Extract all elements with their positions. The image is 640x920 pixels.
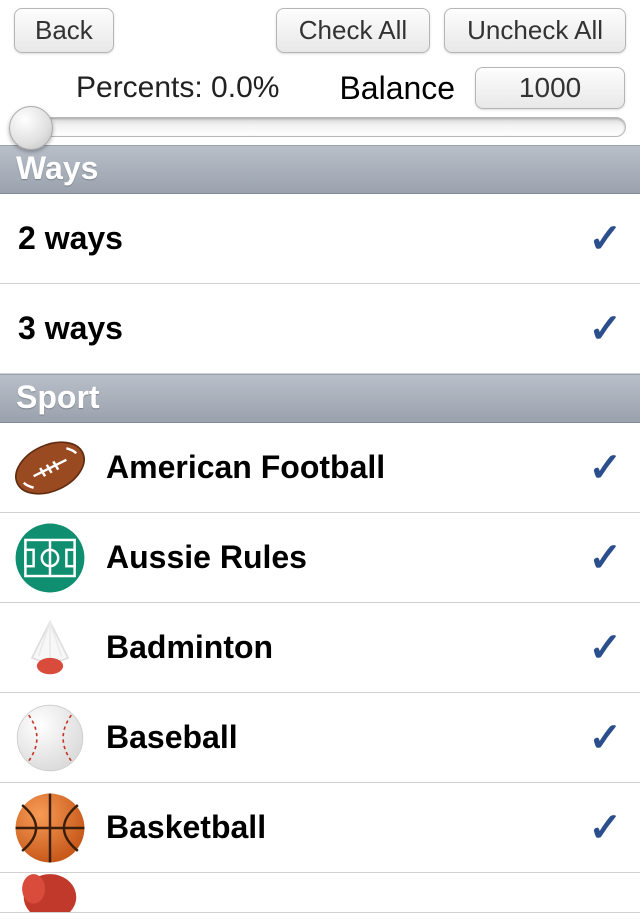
boxing-icon xyxy=(6,873,94,913)
list-item[interactable]: American Football ✓ xyxy=(0,423,640,513)
american-football-icon xyxy=(6,424,94,512)
aussie-rules-icon xyxy=(6,514,94,602)
list-item[interactable]: Badminton ✓ xyxy=(0,603,640,693)
badminton-icon xyxy=(6,604,94,692)
list-item[interactable] xyxy=(0,873,640,913)
controls-row: Percents: 0.0% Balance xyxy=(0,57,640,115)
sport-item-label: Aussie Rules xyxy=(106,539,588,576)
sport-item-label: Basketball xyxy=(106,809,588,846)
slider-container xyxy=(0,115,640,145)
percents-label: Percents: 0.0% xyxy=(76,71,279,105)
toolbar: Back Check All Uncheck All xyxy=(0,0,640,57)
balance-input[interactable] xyxy=(475,67,625,109)
list-item[interactable]: Baseball ✓ xyxy=(0,693,640,783)
back-button[interactable]: Back xyxy=(14,8,114,53)
list-item[interactable]: Basketball ✓ xyxy=(0,783,640,873)
baseball-icon xyxy=(6,694,94,782)
checkmark-icon: ✓ xyxy=(588,216,622,262)
sport-item-label: Badminton xyxy=(106,629,588,666)
slider-thumb[interactable] xyxy=(9,106,53,150)
basketball-icon xyxy=(6,784,94,872)
checkmark-icon: ✓ xyxy=(588,445,622,491)
uncheck-all-button[interactable]: Uncheck All xyxy=(444,8,626,53)
section-header-ways: Ways xyxy=(0,145,640,194)
checkmark-icon: ✓ xyxy=(588,625,622,671)
sport-item-label: American Football xyxy=(106,449,588,486)
percent-slider[interactable] xyxy=(14,117,626,137)
balance-label: Balance xyxy=(339,70,455,107)
sport-item-label: Baseball xyxy=(106,719,588,756)
list-item[interactable]: 2 ways ✓ xyxy=(0,194,640,284)
section-header-sport: Sport xyxy=(0,374,640,423)
checkmark-icon: ✓ xyxy=(588,535,622,581)
checkmark-icon: ✓ xyxy=(588,306,622,352)
checkmark-icon: ✓ xyxy=(588,715,622,761)
checkmark-icon: ✓ xyxy=(588,805,622,851)
list-item[interactable]: 3 ways ✓ xyxy=(0,284,640,374)
check-all-button[interactable]: Check All xyxy=(276,8,430,53)
ways-item-label: 2 ways xyxy=(18,220,588,257)
list-item[interactable]: Aussie Rules ✓ xyxy=(0,513,640,603)
ways-item-label: 3 ways xyxy=(18,310,588,347)
